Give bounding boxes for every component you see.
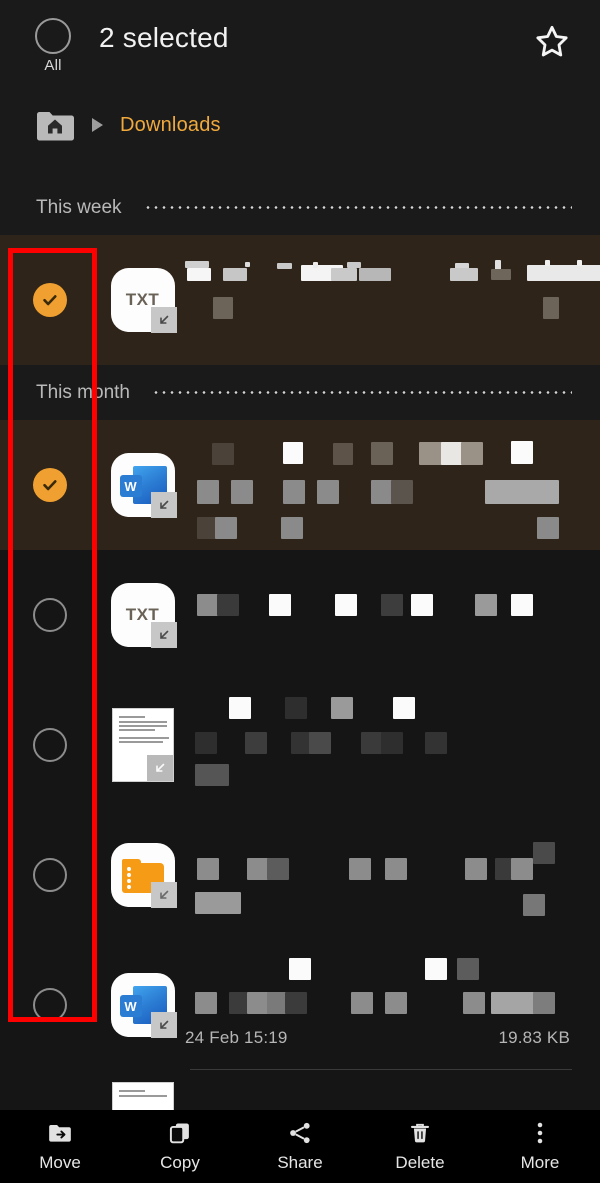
- page-thumbnail-icon: [111, 708, 174, 782]
- row-checkbox-cell[interactable]: [0, 1070, 100, 1110]
- move-button[interactable]: Move: [0, 1120, 120, 1173]
- txt-file-icon: TXT: [110, 583, 177, 648]
- shortcut-badge-icon: [150, 307, 177, 333]
- row-checkbox-cell[interactable]: [0, 728, 100, 762]
- row-icon-cell: W: [100, 453, 185, 518]
- row-checkbox-cell[interactable]: [0, 988, 100, 1022]
- trash-icon: [410, 1123, 430, 1143]
- word-file-icon-label: W: [119, 995, 142, 1017]
- row-checkbox-cell[interactable]: [0, 598, 100, 632]
- checkbox-unchecked-icon[interactable]: [33, 858, 67, 892]
- app-bar: All 2 selected: [0, 0, 600, 92]
- checkbox-checked-icon[interactable]: [33, 468, 67, 502]
- list-item[interactable]: [0, 680, 600, 810]
- row-icon-cell: TXT: [100, 583, 185, 648]
- word-file-icon: W: [110, 453, 177, 518]
- page-title: 2 selected: [99, 22, 229, 53]
- shortcut-badge-icon: [150, 492, 177, 518]
- group-header-this-week: This week: [0, 180, 600, 235]
- row-size: 19.83 KB: [498, 1028, 570, 1047]
- copy-button[interactable]: Copy: [120, 1120, 240, 1173]
- row-name-cell: [185, 420, 600, 550]
- row-name-cell: [185, 810, 600, 940]
- word-file-icon-label: W: [119, 475, 142, 497]
- checkbox-checked-icon[interactable]: [33, 283, 67, 317]
- row-date: 24 Feb 15:19: [185, 1028, 288, 1047]
- row-icon-cell: TXT: [100, 268, 185, 333]
- breadcrumb-current[interactable]: Downloads: [120, 114, 221, 137]
- toolbar-label: Share: [277, 1153, 323, 1172]
- list-item[interactable]: [0, 1070, 600, 1110]
- row-name-cell: [185, 550, 600, 680]
- toolbar-label: Delete: [395, 1153, 445, 1172]
- shortcut-badge-icon: [150, 882, 177, 908]
- toolbar-label: More: [520, 1153, 560, 1172]
- move-to-folder-icon: [49, 1124, 71, 1142]
- file-list[interactable]: This week TXT This month W TXT W 24 Feb …: [0, 180, 600, 1110]
- dotted-rule: [143, 206, 572, 209]
- row-checkbox-cell[interactable]: [0, 468, 100, 502]
- breadcrumb: Downloads: [0, 96, 600, 154]
- row-icon-cell: [100, 1070, 185, 1110]
- triangle-right-icon: [92, 118, 103, 132]
- row-name-cell: 24 Feb 15:19 19.83 KB: [185, 940, 600, 1070]
- list-item[interactable]: W: [0, 420, 600, 550]
- checkbox-unchecked-icon[interactable]: [33, 988, 67, 1022]
- checkbox-unchecked-icon[interactable]: [33, 728, 67, 762]
- toolbar-label: Move: [39, 1153, 81, 1172]
- toolbar-label: Copy: [160, 1153, 200, 1172]
- circle-unchecked-icon[interactable]: [35, 18, 71, 54]
- row-checkbox-cell[interactable]: [0, 283, 100, 317]
- row-icon-cell: [100, 843, 185, 908]
- list-item[interactable]: [0, 810, 600, 940]
- word-file-icon: W: [110, 973, 177, 1038]
- row-icon-cell: [100, 708, 185, 782]
- list-item[interactable]: W 24 Feb 15:19 19.83 KB: [0, 940, 600, 1070]
- expand-badge-icon: [146, 755, 173, 781]
- action-toolbar: Move Copy Share Delete More: [0, 1110, 600, 1183]
- select-all-label: All: [44, 57, 62, 74]
- checkbox-unchecked-icon[interactable]: [33, 598, 67, 632]
- txt-file-icon: TXT: [110, 268, 177, 333]
- more-button[interactable]: More: [480, 1120, 600, 1173]
- dotted-rule: [151, 391, 572, 394]
- page-thumbnail-icon: [111, 1082, 174, 1110]
- row-icon-cell: W: [100, 973, 185, 1038]
- group-label: This week: [36, 196, 122, 218]
- list-item[interactable]: TXT: [0, 235, 600, 365]
- shortcut-badge-icon: [150, 622, 177, 648]
- row-name-cell: [185, 1070, 600, 1110]
- home-folder-icon[interactable]: [36, 109, 74, 141]
- row-name-cell: [185, 235, 600, 365]
- list-item[interactable]: TXT: [0, 550, 600, 680]
- row-name-cell: [185, 680, 600, 810]
- overflow-menu-icon: [537, 1122, 543, 1144]
- group-label: This month: [36, 381, 130, 403]
- share-icon: [290, 1122, 310, 1144]
- group-header-this-month: This month: [0, 365, 600, 420]
- share-button[interactable]: Share: [240, 1120, 360, 1173]
- copy-icon: [169, 1123, 189, 1144]
- shortcut-badge-icon: [150, 1012, 177, 1038]
- row-checkbox-cell[interactable]: [0, 858, 100, 892]
- select-all-control[interactable]: All: [30, 18, 76, 74]
- delete-button[interactable]: Delete: [360, 1120, 480, 1173]
- favorite-button[interactable]: [532, 22, 572, 62]
- folder-archive-icon: [110, 843, 177, 908]
- star-icon: [536, 25, 568, 57]
